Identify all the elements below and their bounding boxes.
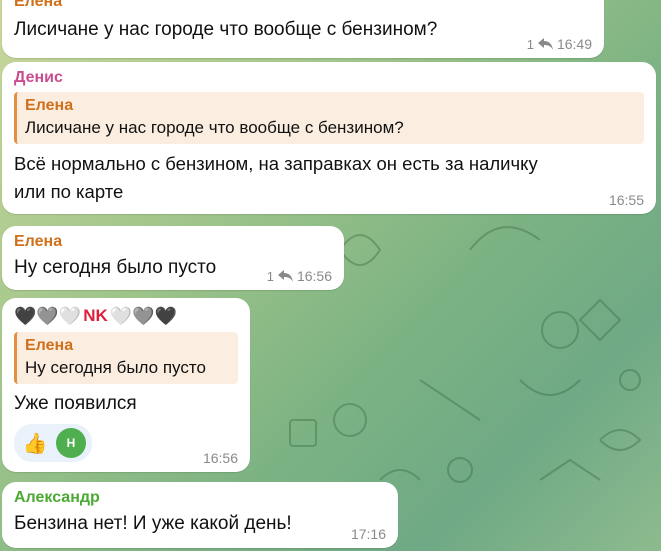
message-meta: 16:56 — [203, 450, 238, 466]
sender-nk: NK — [83, 306, 108, 325]
sender-hearts-left: 🖤🩶🤍 — [14, 306, 82, 326]
message-meta: 17:16 — [351, 526, 386, 542]
message-time: 16:56 — [296, 268, 332, 284]
message-bubble[interactable]: Елена Лисичане у нас городе что вообще с… — [2, 0, 604, 58]
message-text: Уже появился — [14, 393, 137, 414]
reaction-badge[interactable]: 👍 Н — [14, 424, 92, 462]
message-bubble[interactable]: Елена Ну сегодня было пусто 1 16:56 — [2, 226, 344, 290]
sender-hearts-right: 🤍🩶🖤 — [109, 306, 178, 326]
sender-name[interactable]: Денис — [14, 68, 644, 88]
message-meta: 1 16:56 — [267, 268, 332, 284]
quote-text: Лисичане у нас городе что вообще с бензи… — [25, 118, 404, 137]
quote-sender: Елена — [25, 337, 74, 354]
message-time: 17:16 — [350, 526, 386, 542]
message-text-line: или по карте — [14, 181, 124, 202]
message-text: Бензина нет! И уже какой день! — [14, 513, 292, 534]
sender-name[interactable]: 🖤🩶🤍 NK 🤍🩶🖤 — [14, 304, 238, 328]
reply-quote[interactable]: Елена Лисичане у нас городе что вообще с… — [14, 92, 644, 144]
message-meta: 16:55 — [609, 192, 644, 208]
sender-name[interactable]: Елена — [14, 232, 332, 252]
message-bubble[interactable]: Александр Бензина нет! И уже какой день!… — [2, 482, 398, 548]
quote-text: Ну сегодня было пусто — [25, 358, 206, 377]
message-text-line: Всё нормально с бензином, на заправках о… — [14, 153, 538, 174]
reply-count[interactable]: 1 — [527, 37, 534, 52]
message-text: Лисичане у нас городе что вообще с бензи… — [14, 19, 438, 40]
message-bubble[interactable]: 🖤🩶🤍 NK 🤍🩶🖤 Елена Ну сегодня было пусто У… — [2, 298, 250, 472]
sender-name[interactable]: Александр — [14, 488, 386, 508]
message-bubble[interactable]: Денис Елена Лисичане у нас городе что во… — [2, 62, 656, 214]
message-time: 16:56 — [202, 450, 238, 466]
reply-arrow-icon[interactable] — [537, 38, 553, 50]
quote-sender: Елена — [25, 97, 74, 114]
sender-name[interactable]: Елена — [14, 0, 592, 12]
reply-arrow-icon[interactable] — [277, 270, 293, 282]
reply-count[interactable]: 1 — [267, 269, 274, 284]
message-time: 16:55 — [608, 192, 644, 208]
reply-quote[interactable]: Елена Ну сегодня было пусто — [14, 332, 238, 384]
message-time: 16:49 — [556, 36, 592, 52]
message-meta: 1 16:49 — [527, 36, 592, 52]
avatar: Н — [56, 428, 86, 458]
thumbs-up-icon: 👍 — [22, 432, 48, 455]
